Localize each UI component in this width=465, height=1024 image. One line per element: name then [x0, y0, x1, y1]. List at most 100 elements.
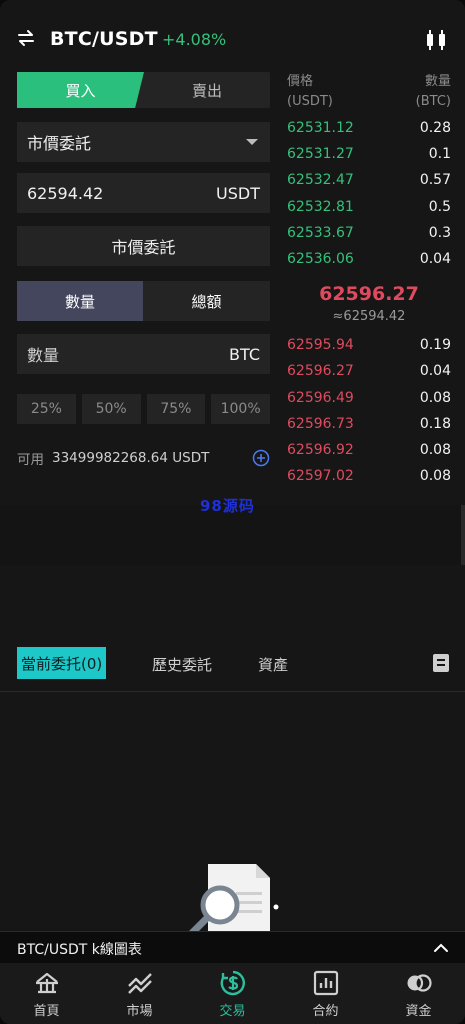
quantity-field[interactable]: 數量 BTC [17, 334, 270, 374]
bid-row[interactable]: 62531.12 0.28 [287, 116, 451, 142]
percent-25-button[interactable]: 25% [17, 394, 76, 424]
nav-home[interactable]: 首頁 [0, 963, 93, 1024]
qty-header-unit: (BTC) [415, 94, 451, 109]
home-icon [35, 972, 58, 994]
ask-row[interactable]: 62596.92 0.08 [287, 438, 451, 464]
ask-price: 62596.27 [287, 363, 354, 380]
tab-total[interactable]: 總額 [143, 281, 270, 321]
amount-mode-tabs: 數量 總額 [17, 281, 270, 321]
nav-label: 資金 [405, 1004, 432, 1019]
bid-price: 62532.47 [287, 172, 354, 189]
ask-row[interactable]: 62596.49 0.08 [287, 386, 451, 412]
tab-open-orders[interactable]: 當前委托(0) [17, 647, 107, 679]
bid-qty: 0.3 [428, 224, 451, 241]
ask-qty: 0.08 [419, 441, 451, 458]
ask-price: 62595.94 [287, 337, 354, 354]
price-header-unit: (USDT) [287, 94, 333, 109]
ask-price: 62597.02 [287, 468, 354, 485]
nav-label: 首頁 [33, 1004, 60, 1019]
last-price: 62596.27 [319, 283, 419, 306]
market-chart-icon [127, 973, 152, 994]
ask-qty: 0.18 [419, 415, 451, 432]
ask-row[interactable]: 62596.73 0.18 [287, 412, 451, 438]
bid-price: 62536.06 [287, 250, 354, 267]
bid-row[interactable]: 62536.06 0.04 [287, 247, 451, 273]
bid-row[interactable]: 62532.47 0.57 [287, 168, 451, 194]
nav-market[interactable]: 市場 [93, 963, 186, 1024]
ask-qty: 0.19 [419, 337, 451, 354]
price-change: +4.08% [162, 30, 227, 49]
ask-row[interactable]: 62597.02 0.08 [287, 464, 451, 490]
nav-label: 合約 [312, 1004, 339, 1019]
trade-dollar-icon [220, 970, 245, 996]
bid-price: 62531.12 [287, 120, 354, 136]
ask-qty: 0.08 [419, 468, 451, 485]
add-circle-icon[interactable] [252, 449, 270, 467]
pair-title[interactable]: BTC/USDT [50, 28, 158, 50]
ask-qty: 0.04 [419, 363, 451, 380]
empty-search-document-icon [188, 864, 279, 935]
trade-screen: BTC/USDT +4.08% 買入 賣出 市價委託 62594.42 USDT… [0, 0, 465, 1024]
candlestick-icon[interactable] [422, 26, 450, 54]
buy-tab[interactable]: 買入 [17, 72, 144, 108]
nav-label: 市場 [126, 1004, 153, 1019]
last-price-block: 62596.27 ≈62594.42 [287, 273, 451, 333]
kline-chart-title: BTC/USDT k線圖表 [17, 942, 142, 958]
order-type-value: 市價委託 [27, 134, 92, 153]
qty-header: 數量 [424, 74, 451, 89]
bid-qty: 0.5 [428, 198, 451, 215]
ask-price: 62596.49 [287, 389, 354, 406]
bid-row[interactable]: 62531.27 0.1 [287, 142, 451, 168]
swap-arrows-icon[interactable] [16, 28, 36, 48]
quantity-unit: BTC [229, 344, 260, 364]
contract-bar-icon [313, 970, 338, 996]
order-book-header: 價格 (USDT) 數量 (BTC) [287, 72, 451, 116]
ask-row[interactable]: 62595.94 0.19 [287, 333, 451, 359]
percent-75-button[interactable]: 75% [146, 394, 206, 424]
nav-contract[interactable]: 合約 [279, 963, 372, 1024]
tab-assets[interactable]: 資產 [258, 654, 288, 675]
kline-chart-bar[interactable]: BTC/USDT k線圖表 [0, 931, 465, 963]
percent-50-button[interactable]: 50% [81, 394, 141, 424]
order-form: 買入 賣出 市價委託 62594.42 USDT 市價委託 數量 總額 數量 B… [17, 72, 270, 468]
ask-row[interactable]: 62596.27 0.04 [287, 359, 451, 385]
approx-price: ≈62594.42 [332, 309, 406, 325]
price-header: 價格 [287, 74, 314, 89]
ask-qty: 0.08 [419, 389, 451, 406]
price-field[interactable]: 62594.42 USDT [17, 173, 270, 213]
quantity-placeholder: 數量 [27, 346, 60, 365]
chevron-up-icon[interactable] [433, 940, 449, 956]
nav-trade[interactable]: 交易 [186, 963, 279, 1024]
available-balance: 可用 33499982268.64 USDT [17, 448, 270, 468]
bid-price: 62532.81 [287, 198, 354, 215]
percent-100-button[interactable]: 100% [211, 394, 270, 424]
bid-row[interactable]: 62533.67 0.3 [287, 221, 451, 247]
bid-qty: 0.04 [419, 250, 451, 267]
price-value: 62594.42 [27, 183, 104, 203]
sell-tab[interactable]: 賣出 [144, 72, 270, 108]
document-list-icon[interactable] [432, 653, 450, 673]
nav-funds[interactable]: 資金 [372, 963, 465, 1024]
available-value: 33499982268.64 USDT [52, 450, 210, 466]
watermark-text: 98源码 [200, 497, 255, 515]
ask-price: 62596.92 [287, 441, 354, 458]
price-unit: USDT [216, 183, 260, 203]
order-book: 價格 (USDT) 數量 (BTC) 62531.12 0.28 62531.27… [287, 72, 451, 490]
tab-order-history[interactable]: 歷史委託 [152, 654, 212, 675]
bid-row[interactable]: 62532.81 0.5 [287, 195, 451, 221]
tab-quantity[interactable]: 數量 [17, 281, 143, 321]
available-label: 可用 [17, 452, 44, 468]
header: BTC/USDT +4.08% [0, 18, 465, 62]
funds-coins-icon [407, 974, 432, 992]
bid-price: 62533.67 [287, 224, 354, 241]
bid-qty: 0.57 [419, 172, 451, 189]
buy-sell-tabs: 買入 賣出 [17, 72, 270, 108]
bid-qty: 0.1 [428, 146, 451, 163]
bid-price: 62531.27 [287, 146, 354, 163]
market-order-button[interactable]: 市價委託 [17, 226, 270, 266]
percent-buttons: 25% 50% 75% 100% [17, 394, 270, 424]
orders-tabs: 當前委托(0) 歷史委託 資產 [0, 640, 465, 692]
order-type-select[interactable]: 市價委託 [17, 122, 270, 162]
ask-price: 62596.73 [287, 415, 354, 432]
caret-down-icon [246, 139, 258, 145]
